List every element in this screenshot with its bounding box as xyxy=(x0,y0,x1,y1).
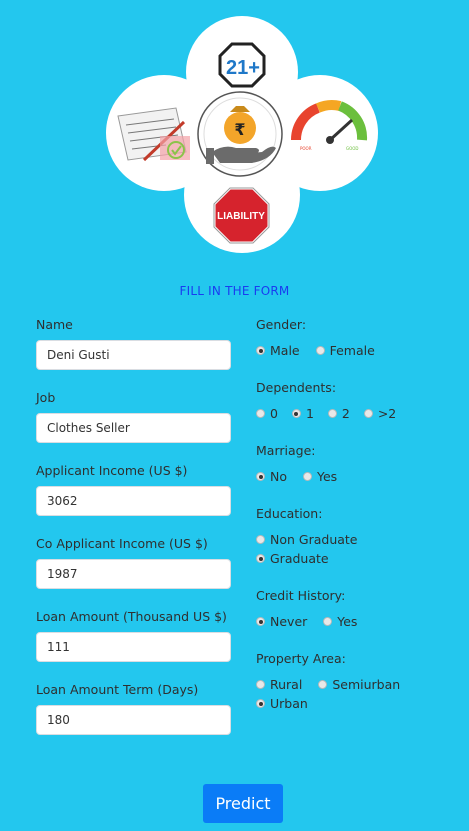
education-option-non-graduate[interactable]: Non Graduate xyxy=(256,530,358,549)
form-title: FILL IN THE FORM xyxy=(179,284,290,298)
credit-history-option-yes[interactable]: Yes xyxy=(323,612,357,631)
svg-text:₹: ₹ xyxy=(234,120,245,139)
applicant-income-label: Applicant Income (US $) xyxy=(36,463,188,478)
co-applicant-income-group: Co Applicant Income (US $) xyxy=(36,535,236,589)
radio-checked-icon[interactable] xyxy=(256,617,265,626)
loan-amount-label: Loan Amount (Thousand US $) xyxy=(36,609,227,624)
marriage-option-no[interactable]: No xyxy=(256,467,287,486)
gender-option-male[interactable]: Male xyxy=(256,341,300,360)
education-options: Non Graduate Graduate xyxy=(256,530,456,568)
svg-text:POOR: POOR xyxy=(300,146,312,151)
radio-checked-icon[interactable] xyxy=(256,699,265,708)
radio-unchecked-icon[interactable] xyxy=(315,346,325,355)
education-option-graduate[interactable]: Graduate xyxy=(256,549,329,568)
dependents-label: Dependents: xyxy=(256,380,337,395)
svg-text:21+: 21+ xyxy=(226,57,260,79)
gender-options: Male Female xyxy=(256,341,456,360)
radio-unchecked-icon[interactable] xyxy=(256,409,265,418)
education-label: Education: xyxy=(256,506,323,521)
radio-checked-icon[interactable] xyxy=(256,554,265,563)
job-input[interactable] xyxy=(36,413,231,443)
dependents-option-1[interactable]: 1 xyxy=(291,404,314,423)
svg-text:LIABILITY: LIABILITY xyxy=(217,211,265,222)
radio-checked-icon[interactable] xyxy=(256,346,265,355)
gender-label: Gender: xyxy=(256,317,307,332)
applicant-income-input[interactable] xyxy=(36,486,231,516)
name-label: Name xyxy=(36,317,73,332)
credit-history-label: Credit History: xyxy=(256,588,346,603)
name-group: Name xyxy=(36,316,236,370)
co-applicant-income-input[interactable] xyxy=(36,559,231,589)
loan-amount-input[interactable] xyxy=(36,632,231,662)
radio-unchecked-icon[interactable] xyxy=(256,680,265,689)
credit-history-group: Credit History: Never Yes xyxy=(256,587,456,631)
marriage-label: Marriage: xyxy=(256,443,316,458)
radio-unchecked-icon[interactable] xyxy=(256,535,265,544)
hero-illustration: 21+ ₹ POOR GOOD LIABILITY xyxy=(106,16,378,253)
marriage-option-yes[interactable]: Yes xyxy=(302,467,337,486)
loan-amount-group: Loan Amount (Thousand US $) xyxy=(36,608,236,662)
job-label: Job xyxy=(36,390,56,405)
co-applicant-income-label: Co Applicant Income (US $) xyxy=(36,536,208,551)
left-form-column: Name Job Applicant Income (US $) Co Appl… xyxy=(36,316,236,754)
credit-history-options: Never Yes xyxy=(256,612,456,631)
radio-checked-icon[interactable] xyxy=(256,472,265,481)
dependents-option-0[interactable]: 0 xyxy=(256,404,278,423)
radio-unchecked-icon[interactable] xyxy=(302,472,312,481)
right-form-column: Gender: Male Female Dependents: 0 1 2 >2… xyxy=(256,316,456,732)
applicant-income-group: Applicant Income (US $) xyxy=(36,462,236,516)
credit-history-option-never[interactable]: Never xyxy=(256,612,307,631)
money-hand-icon: ₹ xyxy=(197,91,283,177)
gender-option-female[interactable]: Female xyxy=(315,341,375,360)
loan-term-input[interactable] xyxy=(36,705,231,735)
property-area-option-rural[interactable]: Rural xyxy=(256,675,302,694)
radio-unchecked-icon[interactable] xyxy=(323,617,333,626)
marriage-group: Marriage: No Yes xyxy=(256,442,456,486)
predict-button[interactable]: Predict xyxy=(203,784,283,823)
property-area-label: Property Area: xyxy=(256,651,346,666)
gender-group: Gender: Male Female xyxy=(256,316,456,360)
dependents-option-2[interactable]: 2 xyxy=(327,404,350,423)
name-input[interactable] xyxy=(36,340,231,370)
loan-term-label: Loan Amount Term (Days) xyxy=(36,682,199,697)
svg-text:GOOD: GOOD xyxy=(346,146,358,151)
education-group: Education: Non Graduate Graduate xyxy=(256,505,456,568)
dependents-option-3plus[interactable]: >2 xyxy=(363,404,396,423)
property-area-option-semiurban[interactable]: Semiurban xyxy=(318,675,400,694)
radio-unchecked-icon[interactable] xyxy=(318,680,328,689)
radio-unchecked-icon[interactable] xyxy=(363,409,373,418)
dependents-options: 0 1 2 >2 xyxy=(256,404,456,423)
property-area-options: Rural Semiurban Urban xyxy=(256,675,456,713)
loan-term-group: Loan Amount Term (Days) xyxy=(36,681,236,735)
radio-checked-icon[interactable] xyxy=(291,409,301,418)
job-group: Job xyxy=(36,389,236,443)
radio-unchecked-icon[interactable] xyxy=(327,409,337,418)
marriage-options: No Yes xyxy=(256,467,456,486)
liability-stop-icon: LIABILITY xyxy=(212,186,271,245)
property-area-option-urban[interactable]: Urban xyxy=(256,694,308,713)
property-area-group: Property Area: Rural Semiurban Urban xyxy=(256,650,456,713)
dependents-group: Dependents: 0 1 2 >2 xyxy=(256,379,456,423)
